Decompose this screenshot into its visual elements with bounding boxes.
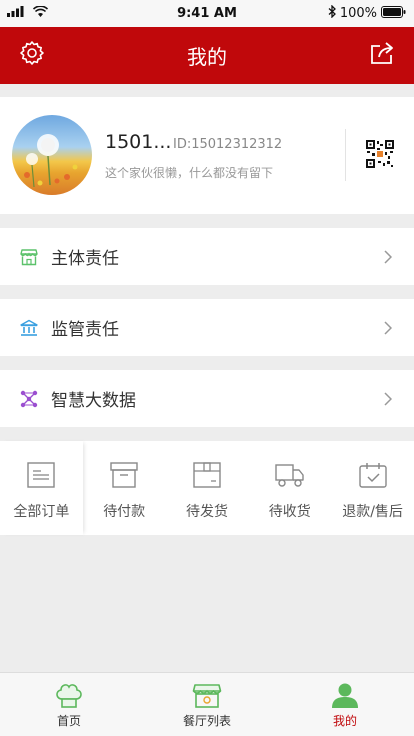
tab-label: 餐厅列表	[182, 714, 231, 728]
store-icon	[20, 248, 38, 266]
status-bar: 9:41 AM 100%	[0, 0, 414, 27]
qr-code-button[interactable]	[365, 139, 395, 169]
page-title: 我的	[187, 45, 227, 69]
profile-card[interactable]: 1501... ID:15012312312 这个家伙很懒，什么都没有留下	[0, 97, 414, 214]
order-status-bar: 全部订单 待付款 待发货 待收货 退款/售后	[0, 441, 414, 535]
order-list-icon	[26, 461, 56, 489]
menu-label: 智慧大数据	[51, 391, 136, 411]
chef-hat-icon	[54, 682, 84, 710]
tab-label: 首页	[56, 714, 81, 728]
package-icon	[192, 461, 222, 489]
restaurant-icon	[192, 682, 222, 710]
order-label: 待付款	[103, 504, 146, 520]
gear-icon	[19, 40, 45, 70]
app-header: 我的	[0, 27, 414, 84]
delivery-truck-icon	[275, 461, 305, 489]
order-label: 待收货	[268, 504, 311, 520]
order-all-button[interactable]: 全部订单	[0, 441, 83, 535]
divider	[345, 129, 346, 181]
wallet-box-icon	[109, 461, 139, 489]
status-right: 100%	[328, 4, 406, 22]
bottom-tab-bar: 首页 餐厅列表 我的	[0, 672, 414, 736]
order-label: 退款/售后	[342, 504, 403, 520]
chevron-right-icon	[384, 249, 394, 264]
bluetooth-icon	[328, 4, 336, 22]
data-network-icon	[20, 390, 38, 408]
order-refund-button[interactable]: 退款/售后	[331, 441, 414, 535]
order-pending-shipment-button[interactable]: 待发货	[166, 441, 249, 535]
chevron-right-icon	[384, 391, 394, 406]
tab-label: 我的	[332, 714, 357, 728]
battery-percent: 100%	[339, 6, 377, 21]
avatar[interactable]	[12, 115, 92, 195]
menu-item-supervision-responsibility[interactable]: 监管责任	[0, 299, 414, 356]
tab-home[interactable]: 首页	[0, 673, 138, 736]
status-left	[7, 5, 49, 21]
menu-label: 监管责任	[51, 320, 119, 340]
user-signature: 这个家伙很懒，什么都没有留下	[105, 166, 274, 180]
user-icon	[330, 682, 360, 710]
settings-button[interactable]	[18, 41, 46, 69]
order-label: 待发货	[185, 504, 228, 520]
share-button[interactable]	[368, 41, 396, 69]
share-icon	[369, 41, 395, 69]
wifi-icon	[32, 5, 49, 21]
tab-restaurant-list[interactable]: 餐厅列表	[138, 673, 276, 736]
menu-item-main-responsibility[interactable]: 主体责任	[0, 228, 414, 285]
dandelion-photo	[24, 134, 78, 188]
signal-icon	[7, 6, 27, 21]
chevron-right-icon	[384, 320, 394, 335]
tab-mine[interactable]: 我的	[276, 673, 414, 736]
order-pending-receipt-button[interactable]: 待收货	[248, 441, 331, 535]
order-label: 全部订单	[13, 504, 70, 520]
qr-code-icon	[365, 139, 395, 169]
refund-calendar-icon	[358, 461, 388, 489]
menu-item-smart-big-data[interactable]: 智慧大数据	[0, 370, 414, 427]
menu-label: 主体责任	[51, 249, 119, 269]
order-pending-payment-button[interactable]: 待付款	[83, 441, 166, 535]
battery-icon	[381, 5, 406, 22]
user-id: ID:15012312312	[173, 137, 283, 152]
government-building-icon	[20, 319, 38, 337]
user-name: 1501...	[105, 131, 172, 153]
